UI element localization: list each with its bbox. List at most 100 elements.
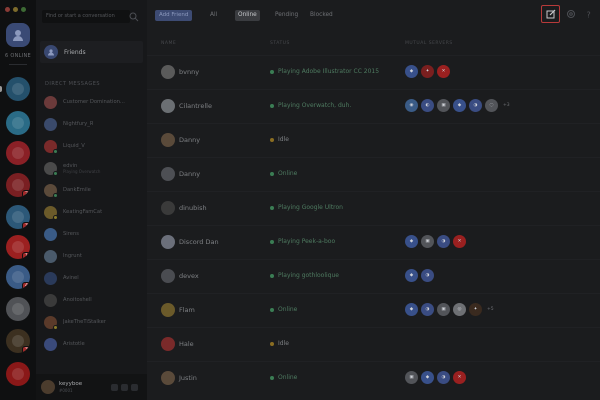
dm-text: JakeTheTiStalker [63, 319, 106, 325]
column-header-name[interactable]: NAME [161, 41, 176, 46]
friend-row[interactable]: bvnny Playing Adobe Illustrator CC 2015 ◆ ✦… [147, 55, 600, 89]
friend-status: Playing Google Ultron [278, 204, 343, 211]
mutual-server-icon[interactable]: ◆ [421, 371, 434, 384]
minimize-window-button[interactable] [13, 7, 18, 12]
dm-text: Anoitoshell [63, 297, 92, 303]
dm-avatar [44, 271, 57, 285]
dm-item[interactable]: Nightfury_R [44, 116, 142, 132]
server-pokeball[interactable]: 2 [6, 173, 30, 197]
friend-avatar[interactable] [161, 371, 175, 385]
dm-item[interactable]: KeatingFamCat [44, 204, 142, 220]
dm-item[interactable]: DankEmile [44, 182, 142, 198]
dm-item[interactable]: Ingrunt [44, 248, 142, 264]
mutual-server-icon[interactable]: ◑ [421, 269, 434, 282]
friend-avatar[interactable] [161, 167, 175, 181]
user-settings-button[interactable] [131, 384, 138, 391]
tab-all[interactable]: All [207, 10, 220, 21]
server-portrait[interactable]: 3 [6, 329, 30, 353]
friend-avatar[interactable] [161, 133, 175, 147]
mutual-server-icon[interactable]: ✦ [469, 303, 482, 316]
server-red[interactable] [6, 362, 30, 386]
dm-item[interactable]: Customer Domination... [44, 94, 142, 110]
at-mention-icon[interactable] [566, 9, 576, 19]
friend-row[interactable]: Hale Idle [147, 327, 600, 361]
mutual-server-icon[interactable]: ◆ [405, 235, 418, 248]
mutual-server-icon[interactable]: ✕ [453, 371, 466, 384]
dm-text: Customer Domination... [63, 99, 125, 105]
dm-name: Ingrunt [63, 253, 82, 259]
help-icon[interactable]: ? [584, 9, 594, 20]
friend-row[interactable]: dinubish Playing Google Ultron [147, 191, 600, 225]
friend-avatar[interactable] [161, 303, 175, 317]
friend-avatar[interactable] [161, 65, 175, 79]
mute-button[interactable] [111, 384, 118, 391]
friend-row[interactable]: Danny Online [147, 157, 600, 191]
tab-pending[interactable]: Pending [272, 10, 301, 21]
server-cross[interactable]: 1 [6, 235, 30, 259]
column-header-status[interactable]: STATUS [270, 41, 290, 46]
tab-online[interactable]: Online [235, 10, 260, 21]
user-avatar[interactable] [41, 380, 55, 394]
mutual-server-icon[interactable]: ✦ [421, 65, 434, 78]
server-logo[interactable]: 4 [6, 265, 30, 289]
dm-item[interactable]: Sirens [44, 226, 142, 242]
search-input[interactable]: Find or start a conversation [42, 10, 130, 23]
mutual-server-icon[interactable]: ◑ [469, 99, 482, 112]
friend-row[interactable]: devex Playing gothloolique ◆ ◑ [147, 259, 600, 293]
presence-dot [53, 214, 58, 220]
tab-blocked[interactable]: Blocked [307, 10, 336, 21]
mutual-server-icon[interactable]: ◑ [421, 303, 434, 316]
server-flame[interactable] [6, 141, 30, 165]
svg-text:?: ? [587, 11, 591, 20]
direct-messages-header: DIRECT MESSAGES [45, 81, 101, 87]
friends-nav-item[interactable]: Friends [40, 41, 143, 63]
server-circle[interactable] [6, 297, 30, 321]
friend-avatar[interactable] [161, 201, 175, 215]
dm-item[interactable]: Anoitoshell [44, 292, 142, 308]
friend-row[interactable]: Danny Idle [147, 123, 600, 157]
new-group-dm-button[interactable] [541, 5, 560, 23]
dm-item[interactable]: Avinel [44, 270, 142, 286]
mention-badge: 1 [22, 252, 30, 259]
mutual-server-icon[interactable]: ✕ [437, 65, 450, 78]
dm-item[interactable]: JakeTheTiStalker [44, 314, 142, 330]
mutual-server-icon[interactable]: ✕ [453, 235, 466, 248]
friend-row[interactable]: Justin Online ▣ ◆ ◑ ✕ [147, 361, 600, 395]
mutual-server-icon[interactable]: ◑ [437, 235, 450, 248]
mutual-server-icon[interactable]: ◌ [485, 99, 498, 112]
friend-avatar[interactable] [161, 269, 175, 283]
mutual-server-icon[interactable]: ◐ [421, 99, 434, 112]
mutual-server-icon[interactable]: ▣ [437, 99, 450, 112]
deafen-button[interactable] [121, 384, 128, 391]
maximize-window-button[interactable] [21, 7, 26, 12]
server-swirl[interactable] [6, 77, 30, 101]
friend-row[interactable]: Discord Dan Playing Peek-a-boo ◆ ▣ ◑ ✕ [147, 225, 600, 259]
server-penguin[interactable] [6, 111, 30, 135]
home-button[interactable] [6, 23, 30, 47]
dm-item[interactable]: Liquid_V [44, 138, 142, 154]
search-icon[interactable] [128, 11, 140, 22]
mutual-server-icon[interactable]: ▣ [421, 235, 434, 248]
dm-item[interactable]: Aristotle [44, 336, 142, 352]
close-window-button[interactable] [5, 7, 10, 12]
column-header-mutual-servers[interactable]: MUTUAL SERVERS [405, 41, 453, 46]
status-dot [270, 70, 274, 74]
dm-item[interactable]: edvin Playing Overwatch [44, 160, 142, 176]
friend-avatar[interactable] [161, 99, 175, 113]
server-bot[interactable]: 3 [6, 205, 30, 229]
add-friend-button[interactable]: Add Friend [155, 10, 193, 21]
friend-row[interactable]: Cilantrelle Playing Overwatch, duh. ◉ ◐ ▣ ◆ ◑ ◌… [147, 89, 600, 123]
mutual-server-icon[interactable]: ◎ [453, 303, 466, 316]
mutual-server-icon[interactable]: ◆ [405, 65, 418, 78]
mutual-server-icon[interactable]: ◑ [437, 371, 450, 384]
mutual-server-icon[interactable]: ◉ [405, 99, 418, 112]
mutual-server-icon[interactable]: ◆ [405, 269, 418, 282]
friend-avatar[interactable] [161, 235, 175, 249]
dm-avatar [44, 161, 58, 176]
friend-row[interactable]: Flam Online ◆ ◑ ▣ ◎ ✦ +5 [147, 293, 600, 327]
mutual-server-icon[interactable]: ▣ [405, 371, 418, 384]
mutual-server-icon[interactable]: ▣ [437, 303, 450, 316]
friend-avatar[interactable] [161, 337, 175, 351]
mutual-server-icon[interactable]: ◆ [453, 99, 466, 112]
mutual-server-icon[interactable]: ◆ [405, 303, 418, 316]
